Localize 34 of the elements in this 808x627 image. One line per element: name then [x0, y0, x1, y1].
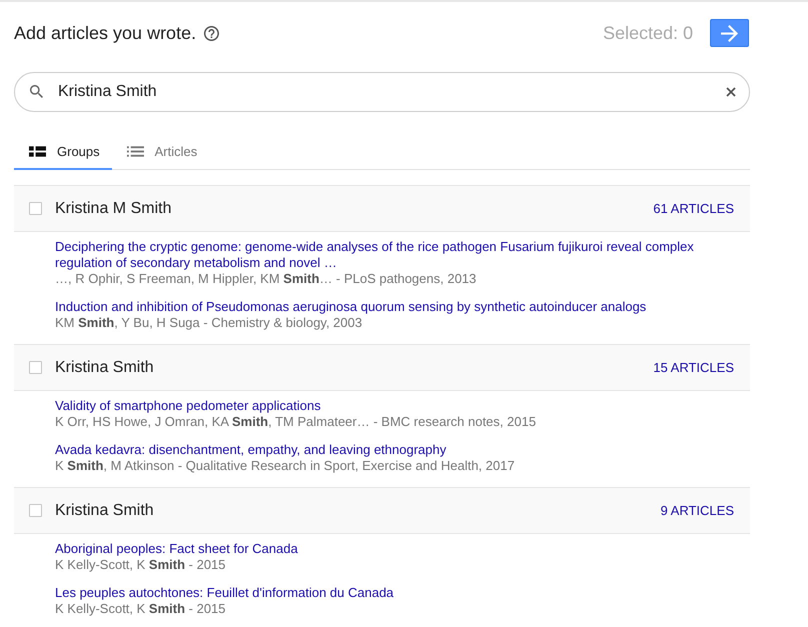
article-title-link[interactable]: Induction and inhibition of Pseudomonas aeruginosa quorum sensing by synthetic autoinducer analogs: [55, 299, 714, 315]
selected-count: Selected: 0: [602, 22, 693, 44]
article-count-link[interactable]: 9 ARTICLES: [660, 503, 734, 518]
checkbox[interactable]: [29, 361, 42, 374]
article-authors: K Kelly-Scott, K Smith - 2015: [55, 601, 227, 617]
checkbox[interactable]: [29, 504, 42, 517]
author-name: Kristina Smith: [55, 502, 154, 520]
author-name: Kristina M Smith: [55, 200, 172, 218]
next-button[interactable]: [710, 19, 749, 47]
article-count-link[interactable]: 15 ARTICLES: [653, 360, 734, 375]
search-icon: [30, 85, 43, 98]
article-count-link[interactable]: 61 ARTICLES: [653, 201, 734, 216]
grouped-list-icon: [29, 146, 46, 156]
article-title-link[interactable]: Deciphering the cryptic genome: genome-wide analyses of the rice pathogen Fusarium fujikuroi reveal complex regulation of secondary metabolism and novel …: [55, 239, 714, 271]
help-icon[interactable]: [204, 26, 220, 40]
tab[interactable]: Groups: [14, 134, 112, 170]
clear-button[interactable]: [726, 87, 736, 97]
article-title-link[interactable]: Validity of smartphone pedometer applications: [55, 398, 714, 414]
article-title-link[interactable]: Les peuples autochtones: Feuillet d'information du Canada: [55, 585, 714, 601]
tab[interactable]: Articles: [112, 134, 210, 170]
close-icon: [726, 87, 736, 97]
checkbox[interactable]: [29, 202, 42, 215]
article-authors: K Kelly-Scott, K Smith - 2015: [55, 557, 227, 573]
search-field[interactable]: Kristina Smith: [14, 72, 750, 112]
article-authors: KM Smith, Y Bu, H Suga - Chemistry & biology, 2003: [55, 315, 364, 331]
article-title-link[interactable]: Avada kedavra: disenchantment, empathy, and leaving ethnography: [55, 442, 714, 458]
article-authors: K Orr, HS Howe, J Omran, KA Smith, TM Palmateer… - BMC research notes, 2015: [55, 414, 537, 430]
arrow-right-icon: [721, 24, 738, 42]
list-icon: [126, 146, 144, 156]
page-title: Add articles you wrote.: [14, 22, 196, 44]
article-title-link[interactable]: Aboriginal peoples: Fact sheet for Canada: [55, 541, 714, 557]
article-authors: …, R Ophir, S Freeman, M Hippler, KM Smith… - PLoS pathogens, 2013: [55, 271, 478, 287]
author-name: Kristina Smith: [55, 358, 154, 376]
article-authors: K Smith, M Atkinson - Qualitative Research in Sport, Exercise and Health, 2017: [55, 458, 516, 474]
